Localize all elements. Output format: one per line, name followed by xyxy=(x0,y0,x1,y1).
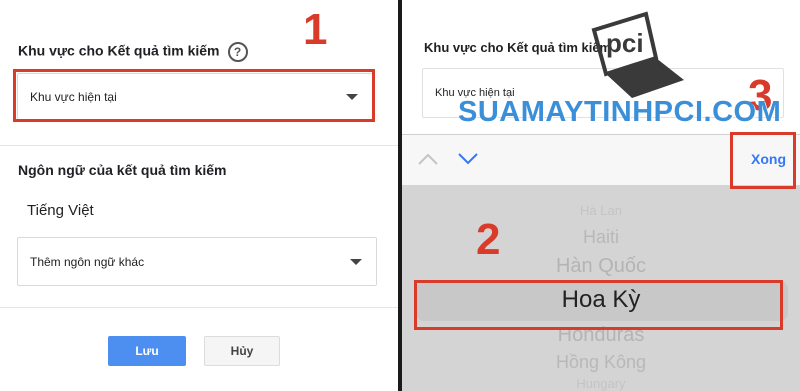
divider xyxy=(0,145,398,146)
language-select-value: Thêm ngôn ngữ khác xyxy=(30,254,145,269)
divider xyxy=(0,307,398,308)
right-panel: Khu vực cho Kết quả tìm kiếm Khu vực hiệ… xyxy=(402,0,800,391)
chevron-down-icon xyxy=(350,258,362,265)
cancel-button[interactable]: Hủy xyxy=(204,336,280,366)
laptop-logo-icon: pci xyxy=(591,11,684,98)
save-button[interactable]: Lưu xyxy=(108,336,186,366)
highlight-box-done xyxy=(730,132,796,189)
current-language: Tiếng Việt xyxy=(27,202,94,219)
highlight-box-selected xyxy=(414,280,783,330)
highlight-box-region xyxy=(13,69,375,122)
region-heading-text: Khu vực cho Kết quả tìm kiếm xyxy=(18,42,220,59)
logo-text: pci xyxy=(606,28,644,58)
language-select[interactable]: Thêm ngôn ngữ khác xyxy=(17,237,377,286)
step-number-2: 2 xyxy=(476,215,501,264)
picker-option[interactable]: Hàn Quốc xyxy=(402,255,800,278)
step-number-1: 1 xyxy=(303,5,328,54)
picker-option[interactable]: Hà Lan xyxy=(402,203,800,218)
help-icon[interactable]: ? xyxy=(227,42,248,62)
picker-option[interactable]: Hồng Kông xyxy=(402,352,800,373)
chevron-up-icon[interactable] xyxy=(416,151,440,167)
left-panel: Khu vực cho Kết quả tìm kiếm? Khu vực hi… xyxy=(0,0,398,391)
picker-option[interactable]: Haiti xyxy=(402,227,800,248)
picker-option[interactable]: Hungary xyxy=(402,376,800,391)
site-watermark: SUAMAYTINHPCI.COM xyxy=(458,96,782,128)
language-heading: Ngôn ngữ của kết quả tìm kiếm xyxy=(18,162,227,178)
region-heading: Khu vực cho Kết quả tìm kiếm? xyxy=(18,42,248,62)
chevron-down-icon[interactable] xyxy=(456,151,480,167)
